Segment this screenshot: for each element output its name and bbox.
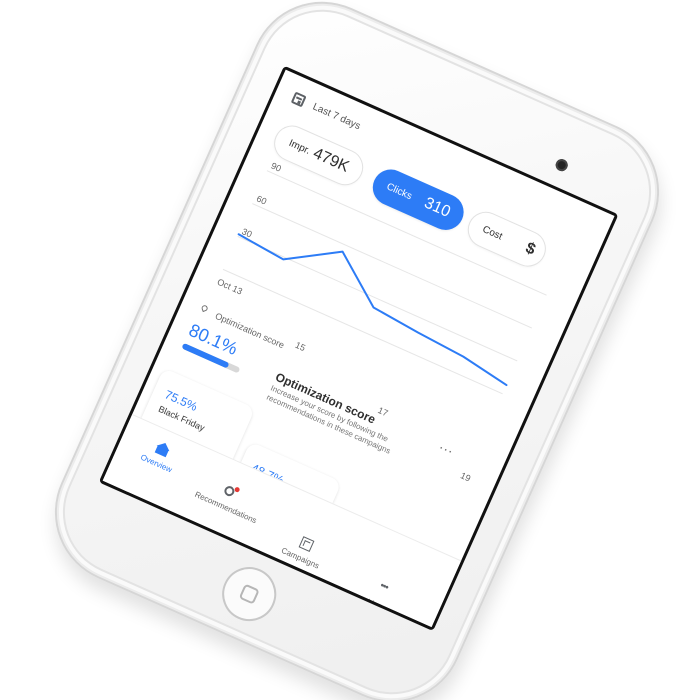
date-range-label: Last 7 days bbox=[311, 100, 363, 132]
nav-overview[interactable]: Overview bbox=[127, 431, 193, 480]
chart-x-tick-label: 19 bbox=[459, 470, 472, 483]
chart-y-tick-label: 60 bbox=[255, 193, 268, 206]
nav-recommendations[interactable]: Recommendations bbox=[193, 473, 259, 525]
campaigns-icon bbox=[297, 535, 315, 553]
stage: Last 7 days Impr. 479K Clicks 310 Cost $… bbox=[0, 0, 700, 700]
impressions-label: Impr. bbox=[287, 137, 312, 157]
nav-campaigns[interactable]: Campaigns bbox=[271, 525, 337, 574]
more-options-icon[interactable]: ... bbox=[438, 436, 458, 457]
home-icon bbox=[153, 440, 171, 458]
device-screen: Last 7 days Impr. 479K Clicks 310 Cost $… bbox=[98, 65, 619, 632]
calendar-icon bbox=[290, 91, 307, 108]
chart-x-tick-label: Oct 13 bbox=[216, 277, 244, 297]
chart-x-tick-label: 17 bbox=[376, 405, 389, 418]
impressions-value: 479K bbox=[310, 144, 352, 176]
cost-value: $ bbox=[522, 239, 538, 259]
home-button[interactable] bbox=[213, 558, 285, 630]
nav-more[interactable]: More bbox=[346, 572, 412, 621]
cost-label: Cost bbox=[480, 223, 505, 243]
recommendations-icon bbox=[220, 483, 238, 501]
chart-x-tick-label: 15 bbox=[294, 340, 307, 353]
ipod-device: Last 7 days Impr. 479K Clicks 310 Cost $… bbox=[31, 0, 683, 700]
date-range-bar[interactable]: Last 7 days bbox=[290, 91, 363, 133]
google-ads-app: Last 7 days Impr. 479K Clicks 310 Cost $… bbox=[102, 69, 615, 628]
chart-y-tick-label: 90 bbox=[270, 161, 283, 174]
more-icon bbox=[373, 582, 391, 600]
chart-y-tick-label: 30 bbox=[240, 226, 253, 239]
clicks-label: Clicks bbox=[384, 180, 414, 202]
clicks-value: 310 bbox=[421, 194, 453, 221]
front-camera bbox=[553, 157, 570, 174]
